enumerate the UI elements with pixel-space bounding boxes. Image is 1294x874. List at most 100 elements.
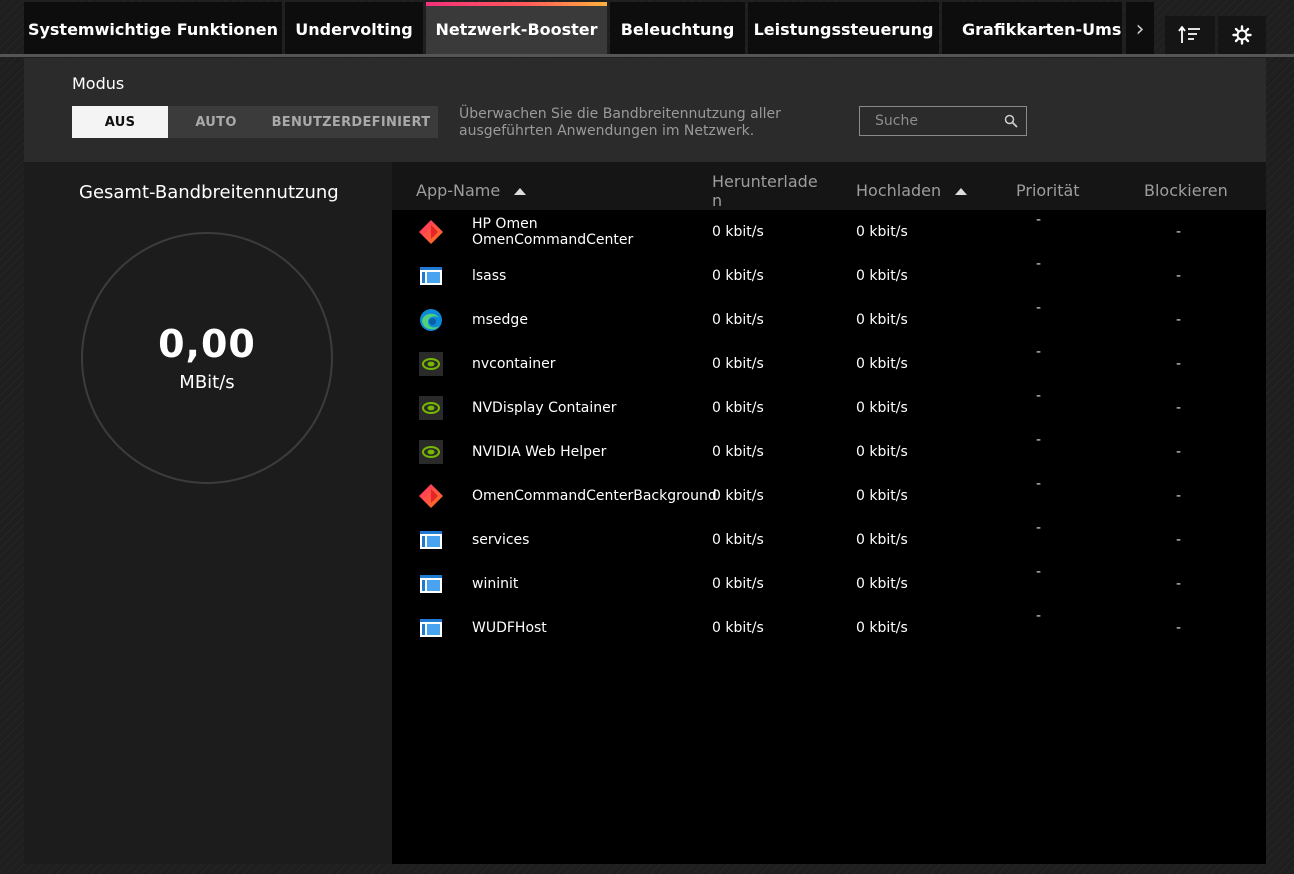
upload-rate: 0 kbit/s [856,356,908,372]
tab-label: Undervolting [295,19,413,39]
tab-label: Beleuchtung [620,19,735,39]
table-row[interactable]: services 0 kbit/s 0 kbit/s - - [392,518,1266,562]
mode-option-auto[interactable]: AUTO [168,106,264,138]
table-row[interactable]: WUDFHost 0 kbit/s 0 kbit/s - - [392,606,1266,650]
tab-systemwichtige-funktionen[interactable]: Systemwichtige Funktionen [24,2,282,56]
download-rate: 0 kbit/s [712,576,764,592]
header-upload[interactable]: Hochladen [856,181,968,200]
header-label: Hochladen [856,181,942,200]
priority-dropdown[interactable]: - [1036,608,1041,624]
block-toggle[interactable]: - [1176,356,1181,372]
header-app-name[interactable]: App-Name [416,181,527,200]
block-toggle[interactable]: - [1176,576,1181,592]
download-rate: 0 kbit/s [712,356,764,372]
block-toggle[interactable]: - [1176,488,1181,504]
upload-rate: 0 kbit/s [856,268,908,284]
priority-dropdown[interactable]: - [1036,476,1041,492]
bandwidth-title: Gesamt-Bandbreitennutzung [79,182,339,203]
block-toggle[interactable]: - [1176,268,1181,284]
priority-dropdown[interactable]: - [1036,432,1041,448]
tab-label: Systemwichtige Funktionen [27,19,279,39]
upload-rate: 0 kbit/s [856,224,908,240]
table-row[interactable]: NVIDIA Web Helper 0 kbit/s 0 kbit/s - - [392,430,1266,474]
priority-dropdown[interactable]: - [1036,520,1041,536]
search-icon[interactable] [1004,114,1018,128]
table-row[interactable]: wininit 0 kbit/s 0 kbit/s - - [392,562,1266,606]
header-block[interactable]: Blockieren [1144,181,1228,200]
search-input[interactable] [860,112,997,130]
mode-option-benutzerdefiniert[interactable]: BENUTZERDEFINIERT [264,106,438,138]
block-toggle[interactable]: - [1176,312,1181,328]
priority-dropdown[interactable]: - [1036,300,1041,316]
app-name: msedge [472,312,528,328]
upload-rate: 0 kbit/s [856,532,908,548]
download-rate: 0 kbit/s [712,224,764,240]
table-row[interactable]: msedge 0 kbit/s 0 kbit/s - - [392,298,1266,342]
mode-selector: AUS AUTO BENUTZERDEFINIERT [72,106,438,138]
priority-dropdown[interactable]: - [1036,344,1041,360]
block-toggle[interactable]: - [1176,224,1181,240]
app-name: lsass [472,268,507,284]
tab-scroll-right-icon[interactable]: › [1126,2,1154,56]
nvidia-icon [419,440,443,464]
app-name: OmenCommandCenterBackground [472,488,717,504]
block-toggle[interactable]: - [1176,400,1181,416]
table-row[interactable]: HP Omen OmenCommandCenter 0 kbit/s 0 kbit/… [392,210,1266,254]
table-header: App-Name Herunterladen Hochladen Priorit… [392,162,1266,210]
upload-rate: 0 kbit/s [856,400,908,416]
tab-grafikkarten-umschaltung[interactable]: Grafikkarten-Umschaltung [942,2,1122,56]
table-row[interactable]: nvcontainer 0 kbit/s 0 kbit/s - - [392,342,1266,386]
mode-panel: Modus AUS AUTO BENUTZERDEFINIERT Überwac… [24,58,1266,162]
download-rate: 0 kbit/s [712,532,764,548]
search-box [859,106,1027,136]
sort-asc-icon [955,188,968,195]
table-row[interactable]: OmenCommandCenterBackground 0 kbit/s 0 kbi… [392,474,1266,518]
bandwidth-panel: Gesamt-Bandbreitennutzung 0,00 MBit/s [24,162,392,864]
upload-rate: 0 kbit/s [856,488,908,504]
app-name: wininit [472,576,519,592]
table-row[interactable]: lsass 0 kbit/s 0 kbit/s - - [392,254,1266,298]
app-window-icon [419,528,443,552]
app-window-icon [419,616,443,640]
bandwidth-unit: MBit/s [179,372,235,393]
app-name: NVDisplay Container [472,400,617,416]
download-rate: 0 kbit/s [712,488,764,504]
tab-netzwerk-booster[interactable]: Netzwerk-Booster [426,2,607,56]
header-download[interactable]: Herunterladen [712,172,824,210]
block-toggle[interactable]: - [1176,532,1181,548]
sort-asc-icon [514,188,527,195]
download-rate: 0 kbit/s [712,620,764,636]
upload-rate: 0 kbit/s [856,620,908,636]
sort-icon [1178,26,1200,43]
app-name: HP Omen OmenCommandCenter [472,216,634,248]
upload-rate: 0 kbit/s [856,444,908,460]
tab-label: Grafikkarten-Umschaltung [962,19,1122,39]
tab-beleuchtung[interactable]: Beleuchtung [610,2,745,56]
omen-icon [419,484,443,508]
bandwidth-gauge: 0,00 MBit/s [81,232,333,484]
priority-dropdown[interactable]: - [1036,256,1041,272]
table-row[interactable]: NVDisplay Container 0 kbit/s 0 kbit/s - - [392,386,1266,430]
app-name: services [472,532,530,548]
tab-undervolting[interactable]: Undervolting [285,2,423,56]
nvidia-icon [419,396,443,420]
block-toggle[interactable]: - [1176,444,1181,460]
block-toggle[interactable]: - [1176,620,1181,636]
tab-leistungssteuerung[interactable]: Leistungssteuerung [748,2,939,56]
download-rate: 0 kbit/s [712,400,764,416]
app-name: NVIDIA Web Helper [472,444,607,460]
header-priority[interactable]: Priorität [1016,181,1080,200]
sort-options-button[interactable] [1165,16,1215,54]
priority-dropdown[interactable]: - [1036,212,1041,228]
tab-bar: Systemwichtige Funktionen Undervolting N… [24,0,1266,56]
download-rate: 0 kbit/s [712,312,764,328]
priority-dropdown[interactable]: - [1036,564,1041,580]
mode-description: Überwachen Sie die Bandbreitennutzung al… [459,106,781,139]
download-rate: 0 kbit/s [712,444,764,460]
header-label: App-Name [416,181,501,200]
priority-dropdown[interactable]: - [1036,388,1041,404]
app-table: App-Name Herunterladen Hochladen Priorit… [392,162,1266,864]
mode-option-aus[interactable]: AUS [72,106,168,138]
settings-button[interactable] [1218,16,1266,54]
mode-label: Modus [72,74,125,93]
